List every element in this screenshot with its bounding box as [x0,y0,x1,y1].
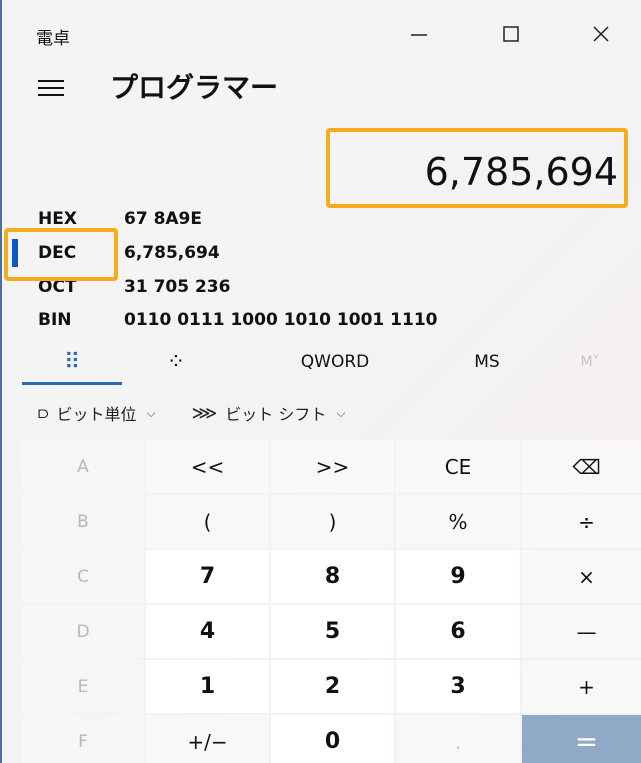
radix-value-dec: 6,785,694 [124,243,220,263]
display-value: 6,785,694 [424,150,618,194]
key-hex-d[interactable]: D [22,605,144,658]
key-decimal[interactable]: . [396,715,520,763]
header: プログラマー [2,66,641,116]
key-hex-b[interactable]: B [22,495,144,548]
maximize-button[interactable] [488,14,534,54]
bitshift-dropdown[interactable]: ⋙ ビット シフト ⌵ [192,401,346,425]
key-9[interactable]: 9 [396,550,520,603]
key-close-paren[interactable]: ) [271,495,394,548]
radix-label-hex: HEX [38,209,77,229]
radix-row-dec[interactable]: DEC 6,785,694 [38,236,220,270]
maximize-icon [503,26,519,42]
key-add[interactable]: + [522,660,641,713]
mode-title: プログラマー [110,71,279,104]
radix-label-bin: BIN [38,310,72,330]
close-button[interactable] [578,14,624,54]
minimize-icon [411,34,427,36]
app-title: 電卓 [36,29,70,49]
key-divide[interactable]: ÷ [522,495,641,548]
key-left-shift[interactable]: << [146,440,269,493]
hamburger-menu-icon[interactable] [38,80,64,100]
key-1[interactable]: 1 [146,660,269,713]
active-tab-underline [22,382,122,385]
bitwise-icon: ⫐ [38,402,49,424]
key-6[interactable]: 6 [396,605,520,658]
display-highlight: 6,785,694 [326,128,628,208]
key-negate[interactable]: +/− [146,715,269,763]
key-7[interactable]: 7 [146,550,269,603]
key-multiply[interactable]: × [522,550,641,603]
bitwise-label: ビット単位 [56,405,137,424]
key-3[interactable]: 3 [396,660,520,713]
keypad-tabs: ⠿ ⁘ QWORD MS M˅ [2,340,641,386]
key-0[interactable]: 0 [271,715,394,763]
key-right-shift[interactable]: >> [271,440,394,493]
key-8[interactable]: 8 [271,550,394,603]
key-hex-f[interactable]: F [22,715,144,763]
backspace-icon[interactable]: ⌫ [522,440,641,493]
minimize-button[interactable] [396,14,442,54]
dec-selected-indicator [12,239,18,267]
chevron-down-icon: ⌵ [146,405,156,420]
bitshift-icon: ⋙ [191,402,218,424]
key-clear-entry[interactable]: CE [396,440,520,493]
key-modulo[interactable]: % [396,495,520,548]
key-equals[interactable]: = [522,715,641,763]
radix-row-bin[interactable]: BIN 0110 0111 1000 1010 1001 1110 [38,303,437,337]
chevron-down-icon: ⌵ [336,405,346,420]
bit-tools-row: ⫐ ビット単位 ⌵ ⋙ ビット シフト ⌵ [38,398,381,428]
key-hex-e[interactable]: E [22,660,144,713]
radix-value-hex: 67 8A9E [124,209,203,229]
bit-toggle-tab-icon[interactable]: ⁘ [126,340,226,384]
key-open-paren[interactable]: ( [146,495,269,548]
memory-menu-button[interactable]: M˅ [550,340,630,384]
key-subtract[interactable]: — [522,605,641,658]
key-hex-c[interactable]: C [22,550,144,603]
radix-value-bin: 0110 0111 1000 1010 1001 1110 [124,310,438,330]
key-hex-a[interactable]: A [22,440,144,493]
radix-value-oct: 31 705 236 [124,277,231,297]
close-icon [593,26,609,42]
keypad-grid: A << >> CE ⌫ B ( ) % ÷ C 7 8 9 × D 4 5 6… [22,440,641,763]
keypad-tab-icon[interactable]: ⠿ [22,340,122,384]
key-2[interactable]: 2 [271,660,394,713]
word-size-button[interactable]: QWORD [272,340,398,384]
bitshift-label: ビット シフト [225,405,327,424]
bitwise-dropdown[interactable]: ⫐ ビット単位 ⌵ [38,401,156,425]
key-4[interactable]: 4 [146,605,269,658]
calculator-window: 電卓 プログラマー 6,785,694 HEX 67 8A9E OCT 31 7… [0,0,641,763]
memory-store-button[interactable]: MS [442,340,532,384]
title-bar: 電卓 [2,0,641,66]
radix-label-dec: DEC [38,243,77,263]
key-5[interactable]: 5 [271,605,394,658]
